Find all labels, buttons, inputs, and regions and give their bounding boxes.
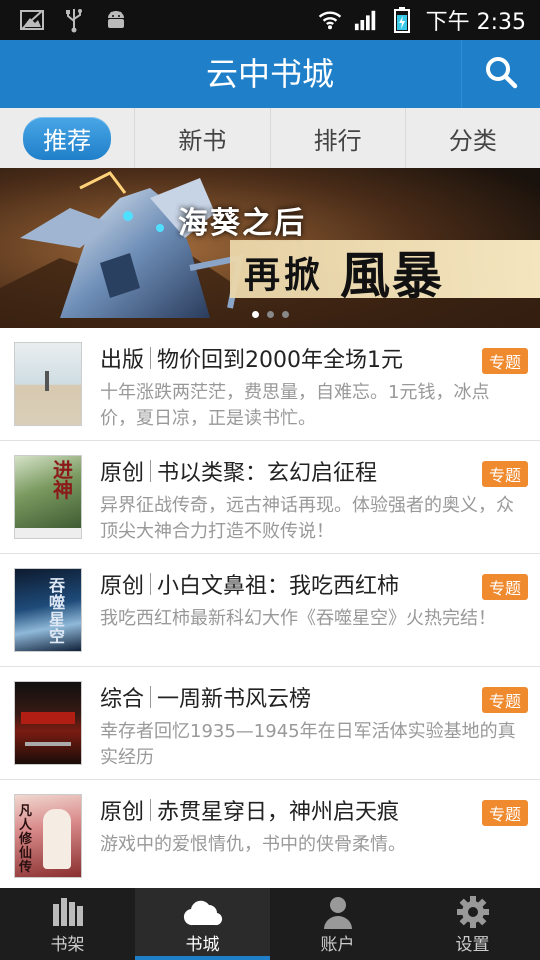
book-cover bbox=[14, 681, 82, 765]
banner-page-indicator bbox=[0, 311, 540, 318]
item-title: 一周新书风云榜 bbox=[157, 687, 312, 712]
tab-recommend[interactable]: 推荐 bbox=[0, 108, 136, 168]
bottom-navigation: 书架 书城 账户 设置 bbox=[0, 888, 540, 960]
item-category: 出版 bbox=[100, 348, 145, 373]
item-description: 十年涨跌两茫茫，费思量，自难忘。1元钱，冰点价，夏日凉，正是读书忙。 bbox=[100, 382, 490, 429]
wifi-icon bbox=[318, 8, 342, 32]
app-header: 云中书城 bbox=[0, 40, 540, 109]
topic-badge: 专题 bbox=[481, 687, 528, 713]
tab-label: 排行 bbox=[313, 126, 362, 155]
promo-banner[interactable]: 海葵之后 再掀 風暴 bbox=[0, 168, 540, 328]
nav-bookstore[interactable]: 书城 bbox=[135, 888, 270, 960]
nav-label: 书架 bbox=[50, 934, 85, 955]
item-category: 原创 bbox=[100, 461, 145, 486]
item-title: 书以类聚：玄幻启征程 bbox=[157, 461, 378, 486]
nav-label: 账户 bbox=[320, 934, 355, 955]
nav-bookshelf[interactable]: 书架 bbox=[0, 888, 135, 960]
status-bar: 下午 2:35 bbox=[0, 0, 540, 40]
list-item[interactable]: 吞噬星空 原创 小白文鼻祖：我吃西红柿 我吃西红柿最新科幻大作《吞噬星空》火热完结… bbox=[0, 554, 540, 667]
search-button[interactable] bbox=[461, 40, 540, 108]
tab-categories[interactable]: 分类 bbox=[406, 108, 540, 168]
list-item[interactable]: 出版 物价回到2000年全场1元 十年涨跌两茫茫，费思量，自难忘。1元钱，冰点价，… bbox=[0, 328, 540, 441]
book-cover: 吞噬星空 bbox=[14, 568, 82, 652]
banner-calligraphy: 風暴 bbox=[340, 246, 444, 305]
gear-icon bbox=[456, 894, 490, 930]
item-title: 物价回到2000年全场1元 bbox=[157, 348, 404, 373]
item-category: 原创 bbox=[100, 800, 145, 825]
image-icon bbox=[20, 8, 44, 32]
item-description: 幸存者回忆1935—1945年在日军活体实验基地的真实经历 bbox=[100, 721, 516, 768]
search-icon bbox=[484, 55, 518, 93]
usb-icon bbox=[62, 8, 86, 33]
banner-subline: 再掀 bbox=[244, 255, 325, 296]
signal-icon bbox=[354, 8, 378, 32]
user-icon bbox=[323, 894, 353, 930]
item-description: 异界征战传奇，远古神话再现。体验强者的奥义，众顶尖大神合力打造不败传说！ bbox=[100, 495, 514, 542]
nav-account[interactable]: 账户 bbox=[270, 888, 405, 960]
item-description: 游戏中的爱恨情仇，书中的侠骨柔情。 bbox=[100, 834, 406, 855]
list-item[interactable]: 进神 原创 书以类聚：玄幻启征程 异界征战传奇，远古神话再现。体验强者的奥义，众顶… bbox=[0, 441, 540, 554]
tab-label: 分类 bbox=[448, 126, 497, 155]
item-category: 原创 bbox=[100, 574, 145, 599]
category-tabs: 推荐 新书 排行 分类 bbox=[0, 108, 540, 169]
topic-badge: 专题 bbox=[481, 800, 528, 826]
book-cover: 凡人修仙传 bbox=[14, 794, 82, 878]
topic-badge: 专题 bbox=[481, 461, 528, 487]
book-cover bbox=[14, 342, 82, 426]
tab-label: 推荐 bbox=[23, 116, 112, 160]
tab-ranking[interactable]: 排行 bbox=[271, 108, 406, 168]
item-title: 小白文鼻祖：我吃西红柿 bbox=[157, 574, 400, 599]
tab-label: 新书 bbox=[178, 126, 227, 155]
page-dot bbox=[266, 311, 274, 318]
page-dot bbox=[281, 311, 289, 318]
status-time: 下午 2:35 bbox=[425, 10, 526, 35]
item-description: 我吃西红柿最新科幻大作《吞噬星空》火热完结！ bbox=[100, 608, 496, 629]
topic-badge: 专题 bbox=[481, 348, 528, 374]
featured-list: 出版 物价回到2000年全场1元 十年涨跌两茫茫，费思量，自难忘。1元钱，冰点价，… bbox=[0, 328, 540, 888]
page-dot bbox=[251, 311, 259, 318]
battery-icon bbox=[390, 7, 414, 33]
list-item[interactable]: 凡人修仙传 原创 赤贯星穿日，神州启天痕 游戏中的爱恨情仇，书中的侠骨柔情。 专题 bbox=[0, 780, 540, 888]
page-title: 云中书城 bbox=[205, 55, 334, 93]
cloud-icon bbox=[183, 894, 223, 930]
nav-settings[interactable]: 设置 bbox=[405, 888, 540, 960]
android-icon bbox=[104, 8, 128, 32]
item-category: 综合 bbox=[100, 687, 145, 712]
banner-headline: 海葵之后 bbox=[178, 206, 306, 241]
item-title: 赤贯星穿日，神州启天痕 bbox=[157, 800, 400, 825]
book-cover: 进神 bbox=[14, 455, 82, 539]
topic-badge: 专题 bbox=[481, 574, 528, 600]
bookshelf-icon bbox=[51, 894, 85, 930]
list-item[interactable]: 综合 一周新书风云榜 幸存者回忆1935—1945年在日军活体实验基地的真实经历 … bbox=[0, 667, 540, 780]
tab-new-books[interactable]: 新书 bbox=[135, 108, 271, 168]
nav-label: 设置 bbox=[455, 934, 490, 955]
nav-label: 书城 bbox=[185, 934, 220, 955]
